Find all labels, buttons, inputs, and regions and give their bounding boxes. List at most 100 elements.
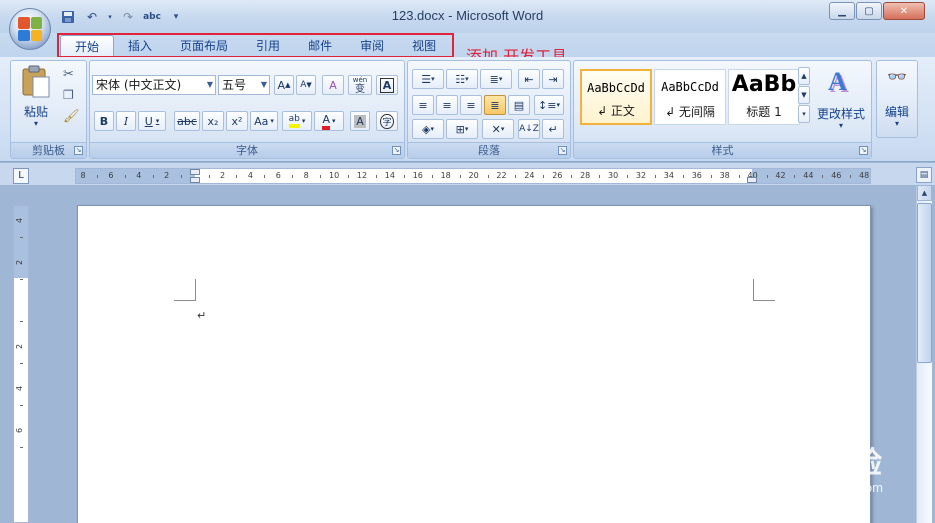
ruler-tick-label: 30 [608, 171, 619, 180]
paragraph-group-label: 段落 [408, 142, 570, 158]
paragraph-shading-button[interactable]: ◈ ▾ [412, 119, 444, 139]
format-painter-icon[interactable]: 🖌 [63, 109, 80, 124]
maximize-button[interactable]: ▢ [856, 2, 882, 20]
ruler-tick-mark [543, 175, 545, 178]
superscript-button[interactable]: x² [226, 111, 248, 131]
font-name-value: 宋体 (中文正文) [96, 78, 182, 92]
ruler-tick-mark [152, 175, 154, 178]
vertical-ruler[interactable]: 4 2 2 4 6 [13, 205, 29, 523]
gallery-down-icon[interactable]: ▼ [798, 86, 810, 104]
phonetic-guide-button[interactable]: wén 变 [348, 75, 372, 95]
ruler-tick-label: 34 [663, 171, 674, 180]
font-size-value: 五号 [222, 78, 247, 92]
show-marks-button[interactable]: ↵ [542, 119, 564, 139]
ruler-tick-mark [599, 175, 601, 178]
horizontal-ruler[interactable]: 8 6 4 2 2 4 6 8 10 12 14 16 18 20 22 24 26 28 30 32 34 36 38 40… [75, 168, 871, 184]
highlight-icon: ab [288, 114, 300, 128]
borders-icon: ⊞ [455, 122, 465, 136]
vertical-scrollbar[interactable]: ▲ [916, 185, 932, 523]
ruler-tick-label: 24 [524, 171, 535, 180]
cut-icon[interactable]: ✂ [63, 67, 74, 82]
decrease-indent-button[interactable]: ⇤ [518, 69, 540, 89]
align-left-button[interactable]: ≡ [412, 95, 434, 115]
copy-icon[interactable]: ❐ [63, 88, 74, 102]
paste-label: 粘贴 [23, 105, 48, 119]
document-page[interactable]: ↵ [77, 205, 871, 523]
ruler-tick-label: 22 [496, 171, 507, 180]
styles-launcher-icon[interactable]: ↘ [859, 146, 868, 155]
hanging-indent-marker[interactable] [190, 177, 200, 183]
ruler-tick-label: 28 [580, 171, 591, 180]
chinese-layout-button[interactable]: ✕ ▾ [482, 119, 514, 139]
right-indent-marker[interactable] [747, 177, 757, 183]
line-spacing-button[interactable]: ↕≡ ▾ [534, 95, 564, 115]
editing-button[interactable]: 👓 编辑 ▾ [879, 65, 915, 135]
gallery-up-icon[interactable]: ▲ [798, 67, 810, 85]
style-no-spacing[interactable]: AaBbCcDd ↲ 无间隔 [654, 69, 726, 125]
font-color-button[interactable]: A ▾ [314, 111, 344, 131]
align-right-button[interactable]: ≡ [460, 95, 482, 115]
enclose-char-button[interactable]: 字 [376, 111, 398, 131]
paste-dropdown-icon: ▾ [33, 119, 38, 128]
shrink-font-button[interactable]: A ▼ [296, 75, 316, 95]
ruler-tick-label: 8 [80, 171, 86, 180]
borders-button[interactable]: ⊞ ▾ [446, 119, 478, 139]
style-sample: AaBb [731, 72, 797, 97]
grow-font-button[interactable]: A ▲ [274, 75, 294, 95]
italic-button[interactable]: I [116, 111, 136, 131]
clear-format-button[interactable]: A [322, 75, 344, 95]
font-size-combo[interactable]: 五号 ▼ [218, 75, 270, 95]
ruler-tick-mark [682, 175, 684, 178]
ruler-tick-label: 10 [329, 171, 340, 180]
multilevel-list-button[interactable]: ≣ ▾ [480, 69, 512, 89]
change-styles-button[interactable]: A 更改样式 ▾ [814, 65, 868, 137]
char-shading-button[interactable]: A [350, 111, 370, 131]
chevron-down-icon: ▼ [260, 80, 267, 89]
distributed-button[interactable]: ▤ [508, 95, 530, 115]
ruler-tick-mark [236, 175, 238, 178]
tab-stop-selector[interactable]: L [13, 168, 29, 184]
ruler-tick-mark [264, 175, 266, 178]
align-center-button[interactable]: ≡ [436, 95, 458, 115]
ruler-bar: L 8 6 4 2 2 4 6 8 10 12 14 16 18 20 22 24 26 28 30 32 34 36 38… [0, 163, 935, 185]
minimize-button[interactable]: ▁ [829, 2, 855, 20]
clear-format-icon: A [329, 78, 337, 92]
ruler-tick-mark [850, 175, 852, 178]
strikethrough-button[interactable]: abc [174, 111, 200, 131]
clipboard-launcher-icon[interactable]: ↘ [74, 146, 83, 155]
paragraph-launcher-icon[interactable]: ↘ [558, 146, 567, 155]
style-heading-1[interactable]: AaBb 标题 1 [728, 69, 800, 125]
scroll-thumb[interactable] [917, 203, 932, 363]
ruler-tick-mark [20, 447, 23, 448]
first-line-indent-marker[interactable] [190, 169, 200, 175]
bold-button[interactable]: B [94, 111, 114, 131]
close-button[interactable]: ✕ [883, 2, 925, 20]
justify-button[interactable]: ≣ [484, 95, 506, 115]
clipboard-group: 粘贴 ▾ ✂ ❐ 🖌 剪贴板 ↘ [10, 60, 87, 159]
paste-button[interactable]: 粘贴 ▾ [17, 65, 55, 135]
numbering-button[interactable]: ☷ ▾ [446, 69, 478, 89]
ruler-tick-mark [20, 363, 23, 364]
underline-button[interactable]: U ▾ [138, 111, 166, 131]
watermark-sub: jingyan.baidu.com [778, 480, 883, 495]
ruler-tick-label: 46 [831, 171, 842, 180]
font-name-combo[interactable]: 宋体 (中文正文) ▼ [92, 75, 216, 95]
gallery-more-icon[interactable]: ▾ [798, 105, 810, 123]
char-border-icon: A [379, 77, 395, 93]
char-border-button[interactable]: A [376, 75, 398, 95]
ruler-tick-mark [348, 175, 350, 178]
bullets-button[interactable]: ☰ ▾ [412, 69, 444, 89]
change-case-button[interactable]: Aa ▾ [250, 111, 278, 131]
sort-button[interactable]: A↓Z [518, 119, 540, 139]
office-button[interactable] [9, 8, 51, 50]
font-launcher-icon[interactable]: ↘ [392, 146, 401, 155]
ruler-tick-label: 8 [303, 171, 309, 180]
increase-indent-button[interactable]: ⇥ [542, 69, 564, 89]
align-left-icon: ≡ [418, 98, 428, 112]
scroll-up-icon[interactable]: ▲ [917, 185, 932, 201]
style-normal[interactable]: AaBbCcDd ↲ 正文 [580, 69, 652, 125]
view-ruler-icon[interactable]: ▤ [916, 167, 932, 183]
ruler-tick-label: 2 [219, 171, 226, 180]
highlight-button[interactable]: ab ▾ [282, 111, 312, 131]
subscript-button[interactable]: x₂ [202, 111, 224, 131]
